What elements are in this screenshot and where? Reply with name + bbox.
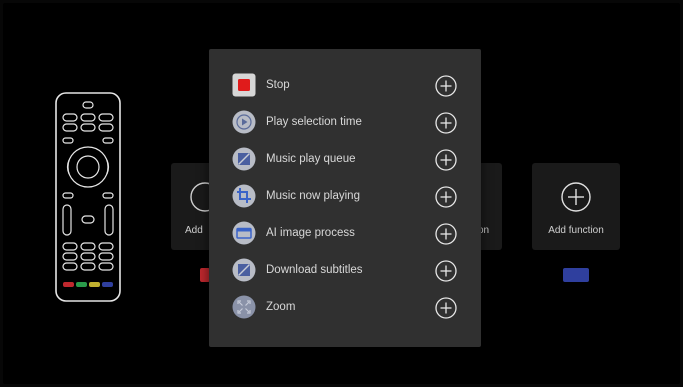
function-picker-popup: Stop Play selection time Music play queu…	[209, 49, 481, 347]
function-option-ai-image-process[interactable]: AI image process	[209, 213, 481, 250]
add-icon[interactable]	[435, 186, 457, 208]
download-subtitles-icon	[232, 258, 256, 282]
remote-control-icon	[55, 92, 121, 302]
function-option-music-now-playing[interactable]: Music now playing	[209, 176, 481, 213]
function-slot-label: Add function	[548, 225, 604, 236]
function-option-label: Music now playing	[266, 190, 360, 202]
function-slot-label: on	[478, 225, 490, 236]
play-selection-time-icon	[232, 110, 256, 134]
function-option-play-selection-time[interactable]: Play selection time	[209, 102, 481, 139]
function-option-music-play-queue[interactable]: Music play queue	[209, 139, 481, 176]
function-option-zoom[interactable]: Zoom	[209, 287, 481, 324]
add-icon[interactable]	[435, 297, 457, 319]
zoom-icon	[232, 295, 256, 319]
function-option-label: Play selection time	[266, 116, 362, 128]
stop-icon	[232, 73, 256, 97]
function-option-download-subtitles[interactable]: Download subtitles	[209, 250, 481, 287]
add-icon[interactable]	[435, 260, 457, 282]
music-now-playing-icon	[232, 184, 256, 208]
ai-image-process-icon	[232, 221, 256, 245]
function-option-label: Music play queue	[266, 153, 356, 165]
add-icon	[561, 182, 591, 212]
add-icon[interactable]	[435, 149, 457, 171]
function-option-stop[interactable]: Stop	[209, 65, 481, 102]
music-play-queue-icon	[232, 147, 256, 171]
add-icon[interactable]	[435, 75, 457, 97]
function-slot-center[interactable]: on	[478, 163, 502, 250]
function-option-label: Stop	[266, 79, 290, 91]
function-option-label: Zoom	[266, 301, 296, 313]
function-option-label: AI image process	[266, 227, 355, 239]
blue-key-indicator	[563, 268, 589, 282]
function-slot-right[interactable]: Add function	[532, 163, 620, 250]
tv-screen: Add on Add function Stop Play selection …	[3, 3, 680, 384]
add-icon[interactable]	[435, 223, 457, 245]
function-option-label: Download subtitles	[266, 264, 363, 276]
add-icon[interactable]	[435, 112, 457, 134]
